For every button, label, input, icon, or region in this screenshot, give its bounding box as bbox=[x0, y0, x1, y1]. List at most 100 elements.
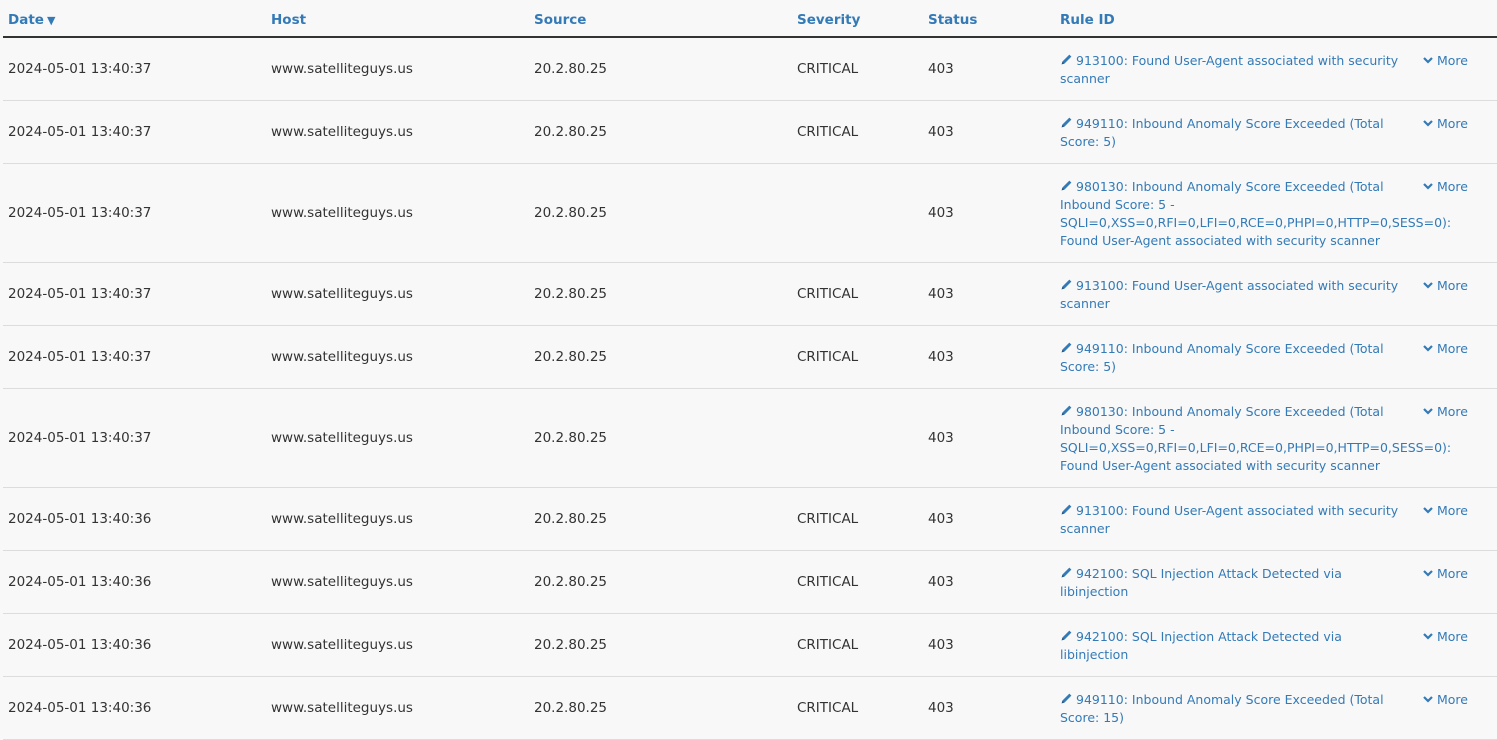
column-header-severity[interactable]: Severity bbox=[792, 0, 923, 38]
cell-more: More bbox=[1418, 325, 1497, 389]
cell-source: 20.2.80.25 bbox=[529, 163, 792, 263]
pencil-icon bbox=[1060, 566, 1073, 579]
pencil-icon bbox=[1060, 116, 1073, 129]
cell-host: www.satelliteguys.us bbox=[266, 676, 529, 740]
rule-text: 913100: Found User-Agent associated with… bbox=[1060, 278, 1399, 311]
column-header-status[interactable]: Status bbox=[923, 0, 1055, 38]
rule-link[interactable]: 913100: Found User-Agent associated with… bbox=[1060, 53, 1398, 86]
cell-source: 20.2.80.25 bbox=[529, 325, 792, 389]
more-label: More bbox=[1437, 692, 1468, 707]
table-row: 2024-05-01 13:40:37 www.satelliteguys.us 2… bbox=[3, 163, 1497, 263]
cell-severity: CRITICAL bbox=[792, 262, 923, 326]
column-header-date[interactable]: Date ▼ bbox=[3, 0, 266, 38]
column-header-actions bbox=[1418, 0, 1497, 38]
cell-host: www.satelliteguys.us bbox=[266, 487, 529, 551]
cell-source: 20.2.80.25 bbox=[529, 676, 792, 740]
rule-link[interactable]: 913100: Found User-Agent associated with… bbox=[1060, 278, 1398, 311]
rule-link[interactable]: 942100: SQL Injection Attack Detected vi… bbox=[1060, 566, 1342, 599]
cell-date: 2024-05-01 13:40:36 bbox=[3, 487, 266, 551]
rule-link[interactable]: 942100: SQL Injection Attack Detected vi… bbox=[1060, 629, 1342, 662]
more-button[interactable]: More bbox=[1423, 53, 1468, 68]
cell-host: www.satelliteguys.us bbox=[266, 388, 529, 488]
chevron-down-icon bbox=[1423, 403, 1433, 415]
cell-more: More bbox=[1418, 163, 1497, 263]
cell-more: More bbox=[1418, 37, 1497, 101]
rule-text: 980130: Inbound Anomaly Score Exceeded (… bbox=[1060, 179, 1452, 248]
table-row: 2024-05-01 13:40:37 www.satelliteguys.us 2… bbox=[3, 100, 1497, 164]
more-button[interactable]: More bbox=[1423, 566, 1468, 581]
cell-status: 403 bbox=[923, 487, 1055, 551]
chevron-down-icon bbox=[1423, 52, 1433, 64]
pencil-icon bbox=[1060, 53, 1073, 66]
chevron-down-icon bbox=[1423, 628, 1433, 640]
cell-source: 20.2.80.25 bbox=[529, 613, 792, 677]
cell-more: More bbox=[1418, 388, 1497, 488]
rule-link[interactable]: 949110: Inbound Anomaly Score Exceeded (… bbox=[1060, 692, 1384, 725]
more-button[interactable]: More bbox=[1423, 341, 1468, 356]
cell-rule: 913100: Found User-Agent associated with… bbox=[1055, 262, 1418, 326]
more-label: More bbox=[1437, 566, 1468, 581]
table-row: 2024-05-01 13:40:37 www.satelliteguys.us 2… bbox=[3, 37, 1497, 101]
cell-status: 403 bbox=[923, 100, 1055, 164]
rule-link[interactable]: 949110: Inbound Anomaly Score Exceeded (… bbox=[1060, 341, 1384, 374]
rule-text: 913100: Found User-Agent associated with… bbox=[1060, 503, 1399, 536]
table-row: 2024-05-01 13:40:36 www.satelliteguys.us 2… bbox=[3, 613, 1497, 677]
pencil-icon bbox=[1060, 404, 1073, 417]
table-header: Date ▼ Host Source Severity Status Rule I… bbox=[3, 0, 1497, 38]
cell-host: www.satelliteguys.us bbox=[266, 100, 529, 164]
cell-more: More bbox=[1418, 487, 1497, 551]
cell-date: 2024-05-01 13:40:37 bbox=[3, 388, 266, 488]
cell-date: 2024-05-01 13:40:37 bbox=[3, 163, 266, 263]
cell-status: 403 bbox=[923, 388, 1055, 488]
cell-rule: 942100: SQL Injection Attack Detected vi… bbox=[1055, 613, 1418, 677]
cell-status: 403 bbox=[923, 676, 1055, 740]
cell-severity bbox=[792, 388, 923, 488]
column-header-host[interactable]: Host bbox=[266, 0, 529, 38]
column-header-source[interactable]: Source bbox=[529, 0, 792, 38]
chevron-down-icon bbox=[1423, 502, 1433, 514]
cell-more: More bbox=[1418, 676, 1497, 740]
cell-status: 403 bbox=[923, 325, 1055, 389]
cell-source: 20.2.80.25 bbox=[529, 487, 792, 551]
more-button[interactable]: More bbox=[1423, 629, 1468, 644]
more-button[interactable]: More bbox=[1423, 503, 1468, 518]
more-label: More bbox=[1437, 116, 1468, 131]
cell-date: 2024-05-01 13:40:37 bbox=[3, 100, 266, 164]
cell-rule: 913100: Found User-Agent associated with… bbox=[1055, 37, 1418, 101]
rule-text: 942100: SQL Injection Attack Detected vi… bbox=[1060, 629, 1342, 662]
rule-link[interactable]: 980130: Inbound Anomaly Score Exceeded (… bbox=[1060, 179, 1451, 248]
more-button[interactable]: More bbox=[1423, 692, 1468, 707]
more-button[interactable]: More bbox=[1423, 278, 1468, 293]
rule-link[interactable]: 913100: Found User-Agent associated with… bbox=[1060, 503, 1398, 536]
rule-link[interactable]: 980130: Inbound Anomaly Score Exceeded (… bbox=[1060, 404, 1451, 473]
rule-text: 913100: Found User-Agent associated with… bbox=[1060, 53, 1399, 86]
chevron-down-icon bbox=[1423, 565, 1433, 577]
rule-text: 949110: Inbound Anomaly Score Exceeded (… bbox=[1060, 692, 1384, 725]
pencil-icon bbox=[1060, 341, 1073, 354]
more-button[interactable]: More bbox=[1423, 116, 1468, 131]
cell-host: www.satelliteguys.us bbox=[266, 262, 529, 326]
cell-severity: CRITICAL bbox=[792, 613, 923, 677]
cell-rule: 980130: Inbound Anomaly Score Exceeded (… bbox=[1055, 163, 1451, 263]
more-button[interactable]: More bbox=[1423, 179, 1468, 194]
table-row: 2024-05-01 13:40:36 www.satelliteguys.us 2… bbox=[3, 487, 1497, 551]
rule-text: 949110: Inbound Anomaly Score Exceeded (… bbox=[1060, 341, 1384, 374]
rule-link[interactable]: 949110: Inbound Anomaly Score Exceeded (… bbox=[1060, 116, 1384, 149]
more-label: More bbox=[1437, 179, 1468, 194]
cell-severity: CRITICAL bbox=[792, 550, 923, 614]
cell-severity: CRITICAL bbox=[792, 487, 923, 551]
cell-host: www.satelliteguys.us bbox=[266, 37, 529, 101]
more-label: More bbox=[1437, 341, 1468, 356]
column-header-rule-id[interactable]: Rule ID bbox=[1055, 0, 1418, 38]
pencil-icon bbox=[1060, 179, 1073, 192]
more-label: More bbox=[1437, 629, 1468, 644]
pencil-icon bbox=[1060, 629, 1073, 642]
pencil-icon bbox=[1060, 692, 1073, 705]
more-label: More bbox=[1437, 278, 1468, 293]
cell-source: 20.2.80.25 bbox=[529, 262, 792, 326]
cell-source: 20.2.80.25 bbox=[529, 37, 792, 101]
cell-status: 403 bbox=[923, 613, 1055, 677]
more-button[interactable]: More bbox=[1423, 404, 1468, 419]
pencil-icon bbox=[1060, 278, 1073, 291]
cell-date: 2024-05-01 13:40:36 bbox=[3, 613, 266, 677]
